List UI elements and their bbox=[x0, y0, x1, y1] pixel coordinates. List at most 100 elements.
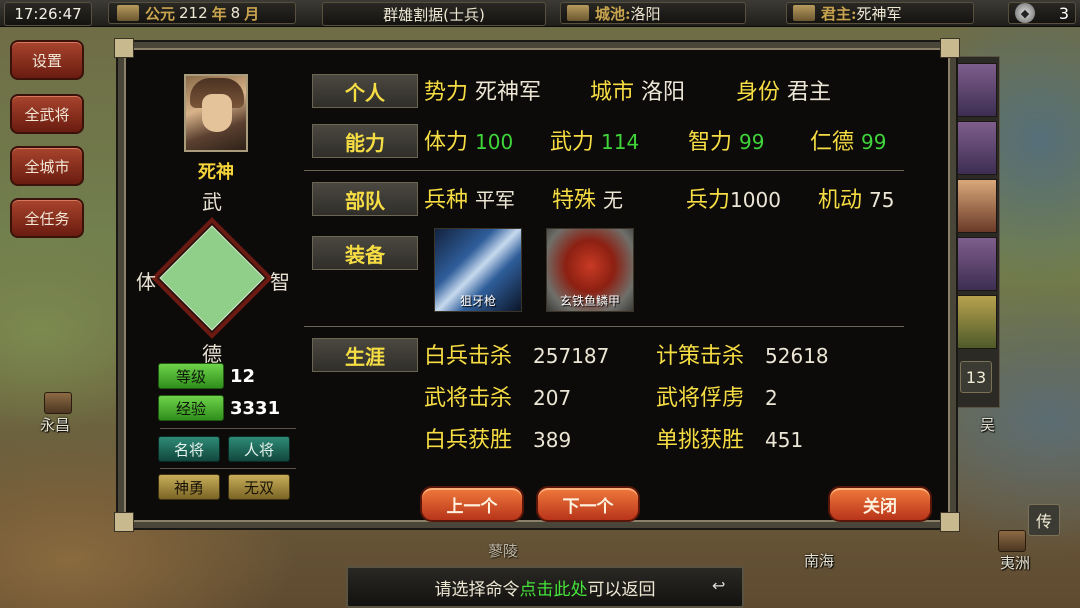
force-field: 武力 114 bbox=[550, 124, 639, 156]
mobility-value: 75 bbox=[869, 188, 895, 212]
mobility-label: 机动 bbox=[818, 188, 863, 213]
all-generals-button[interactable]: 全武将 bbox=[10, 94, 84, 134]
troop-type-label: 兵种 bbox=[424, 188, 469, 213]
intellect-field: 智力 99 bbox=[688, 124, 764, 156]
map-badge-chuan[interactable]: 传 bbox=[1028, 504, 1060, 536]
career-row: 武将击杀 207 bbox=[424, 380, 571, 412]
month-unit: 月 bbox=[244, 4, 260, 23]
weapon-slot[interactable]: 狙牙枪 bbox=[434, 228, 522, 312]
general-info-dialog: 死神 武 体 智 德 等级 12 经验 3331 名将 人将 神勇 无双 个人 bbox=[114, 38, 960, 532]
level-label: 等级 bbox=[158, 363, 224, 389]
career-row: 计策击杀 52618 bbox=[656, 338, 829, 370]
map-label-wu: 吴 bbox=[980, 416, 996, 434]
career-stat-label: 单挑获胜 bbox=[656, 428, 745, 453]
stat-label-intellect: 智 bbox=[270, 270, 290, 294]
stamina-label: 体力 bbox=[424, 130, 469, 155]
section-equipment: 装备 bbox=[312, 236, 418, 270]
city-label: 城市 bbox=[590, 80, 635, 105]
mobility-field: 机动 75 bbox=[818, 182, 894, 214]
troop-type-value: 平军 bbox=[475, 188, 516, 212]
top-status-bar: 17:26:47 公元 212 年 8 月 群雄割据(士兵) 城池: 洛阳 君主… bbox=[0, 0, 1080, 27]
level-row: 等级 12 bbox=[158, 363, 255, 389]
section-career: 生涯 bbox=[312, 338, 418, 372]
strip-portrait[interactable] bbox=[957, 63, 997, 117]
portrait-face bbox=[202, 94, 232, 132]
identity-value: 君主 bbox=[787, 80, 832, 105]
stat-diamond-fill bbox=[159, 225, 265, 331]
intellect-label: 智力 bbox=[688, 130, 733, 155]
map-label-yizhou: 夷洲 bbox=[1000, 554, 1031, 572]
general-portrait-strip[interactable]: 13 bbox=[952, 56, 1000, 408]
faction-value: 死神军 bbox=[475, 80, 542, 105]
strip-page-badge[interactable]: 13 bbox=[960, 361, 992, 393]
trait-tag[interactable]: 名将 bbox=[158, 436, 220, 462]
city-icon bbox=[567, 5, 589, 21]
previous-button[interactable]: 上一个 bbox=[420, 486, 524, 522]
city-value: 洛阳 bbox=[630, 4, 661, 23]
lord-label: 君主: bbox=[821, 4, 857, 23]
exp-row: 经验 3331 bbox=[158, 395, 280, 421]
close-button[interactable]: 关闭 bbox=[828, 486, 932, 522]
turn-counter[interactable]: ◆ 3 bbox=[1008, 2, 1076, 24]
return-arrow-icon[interactable]: ↩ bbox=[712, 576, 734, 595]
year-number: 212 bbox=[179, 4, 208, 22]
virtue-value: 99 bbox=[861, 130, 887, 154]
next-button[interactable]: 下一个 bbox=[536, 486, 640, 522]
prompt-text: 请选择命令 bbox=[434, 579, 520, 600]
hero-name: 死神 bbox=[198, 162, 234, 183]
intellect-value: 99 bbox=[739, 130, 765, 154]
city-label: 城池: bbox=[595, 4, 631, 23]
section-divider bbox=[304, 170, 904, 171]
troop-type-field: 兵种 平军 bbox=[424, 182, 515, 214]
banner-icon bbox=[793, 5, 815, 21]
career-stat-value: 257187 bbox=[533, 344, 610, 368]
current-city: 城池: 洛阳 bbox=[560, 2, 746, 24]
city-field: 城市 洛阳 bbox=[590, 74, 685, 106]
career-row: 白兵获胜 389 bbox=[424, 422, 571, 454]
all-cities-button[interactable]: 全城市 bbox=[10, 146, 84, 186]
city-marker-yongchang[interactable] bbox=[44, 392, 72, 414]
command-prompt-bar[interactable]: 请选择命令 点击此处 可以返回 ↩ bbox=[346, 566, 744, 608]
trait-tag[interactable]: 人将 bbox=[228, 436, 290, 462]
strip-portrait[interactable] bbox=[957, 295, 997, 349]
divider bbox=[160, 428, 296, 429]
exp-label: 经验 bbox=[158, 395, 224, 421]
city-marker-yizhou[interactable] bbox=[998, 530, 1026, 552]
hero-summary: 死神 武 体 智 德 等级 12 经验 3331 名将 人将 神勇 无双 bbox=[132, 58, 296, 520]
career-row: 白兵击杀 257187 bbox=[424, 338, 609, 370]
career-stat-value: 451 bbox=[765, 428, 804, 452]
identity-field: 身份 君主 bbox=[736, 74, 831, 106]
map-label-nanhai: 南海 bbox=[804, 552, 835, 570]
lord-value: 死神军 bbox=[856, 4, 902, 23]
city-value: 洛阳 bbox=[641, 80, 686, 105]
strip-portrait[interactable] bbox=[957, 121, 997, 175]
strength-field: 兵力1000 bbox=[686, 182, 781, 214]
prompt-click-here-link[interactable]: 点击此处 bbox=[520, 575, 588, 600]
date-display: 公元 212 年 8 月 bbox=[108, 2, 296, 24]
strip-portrait[interactable] bbox=[957, 237, 997, 291]
virtue-label: 仁德 bbox=[810, 130, 855, 155]
prompt-text: 可以返回 bbox=[587, 579, 656, 600]
special-value: 无 bbox=[603, 188, 624, 212]
settings-button[interactable]: 设置 bbox=[10, 40, 84, 80]
faction-label: 势力 bbox=[424, 80, 469, 105]
month-number: 8 bbox=[230, 4, 241, 22]
hero-portrait[interactable] bbox=[184, 74, 248, 152]
special-field: 特殊 无 bbox=[552, 182, 623, 214]
skill-tag[interactable]: 无双 bbox=[228, 474, 290, 500]
clock: 17:26:47 bbox=[4, 2, 92, 26]
divider bbox=[160, 468, 296, 469]
strip-portrait[interactable] bbox=[957, 179, 997, 233]
stat-diamond: 武 体 智 德 bbox=[132, 186, 292, 366]
year-unit: 年 bbox=[211, 4, 227, 23]
armor-slot[interactable]: 玄铁鱼鳞甲 bbox=[546, 228, 634, 312]
all-tasks-button[interactable]: 全任务 bbox=[10, 198, 84, 238]
skill-tag[interactable]: 神勇 bbox=[158, 474, 220, 500]
frame-corner bbox=[114, 512, 134, 532]
career-stat-value: 52618 bbox=[765, 344, 829, 368]
career-stat-label: 武将俘虏 bbox=[656, 386, 745, 411]
section-divider bbox=[304, 326, 904, 327]
hero-details: 个人 势力 死神军 城市 洛阳 身份 君主 能力 体力 100 武力 114 智… bbox=[304, 58, 944, 522]
scroll-icon bbox=[117, 5, 139, 21]
stamina-value: 100 bbox=[475, 130, 514, 154]
